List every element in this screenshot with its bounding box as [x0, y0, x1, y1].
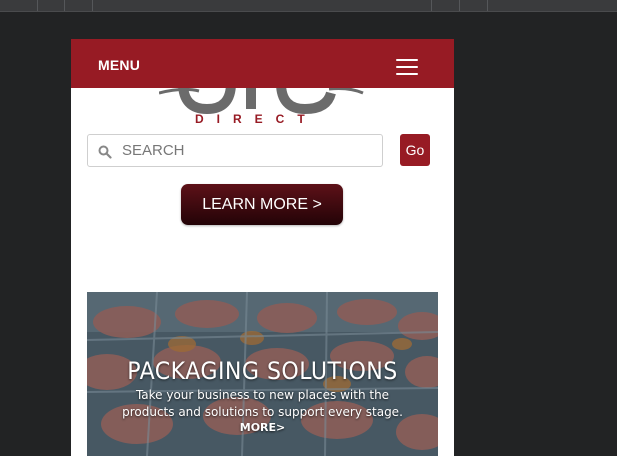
hamburger-menu-icon[interactable]: [396, 59, 420, 77]
search-box: [87, 134, 383, 167]
toolbar-button[interactable]: [0, 0, 37, 11]
learn-more-button[interactable]: LEARN MORE >: [181, 184, 343, 225]
site-header: MENU: [71, 39, 454, 88]
banner-description-line-2: products and solutions to support every …: [122, 405, 403, 419]
toolbar-button[interactable]: [460, 0, 487, 11]
toolbar-button[interactable]: [432, 0, 459, 11]
devtools-toolbar: [0, 0, 617, 12]
toolbar-button[interactable]: [65, 0, 92, 11]
banner-description-line-1: Take your business to new places with th…: [135, 388, 390, 402]
banner-title: PACKAGING SOLUTIONS: [127, 357, 398, 385]
search-icon: [98, 145, 112, 159]
packaging-solutions-banner[interactable]: PACKAGING SOLUTIONS Take your business t…: [87, 292, 438, 456]
toolbar-divider: [92, 0, 93, 11]
logo-tagline: DIRECT: [195, 112, 318, 126]
toolbar-button[interactable]: [38, 0, 64, 11]
search-go-button[interactable]: Go: [400, 134, 430, 166]
mobile-viewport: MENU DIRECT Go LEARN MORE >: [71, 39, 454, 456]
banner-more-link[interactable]: MORE>: [87, 421, 438, 434]
toolbar-divider: [487, 0, 488, 11]
search-input[interactable]: [122, 136, 372, 165]
menu-label[interactable]: MENU: [98, 57, 140, 73]
